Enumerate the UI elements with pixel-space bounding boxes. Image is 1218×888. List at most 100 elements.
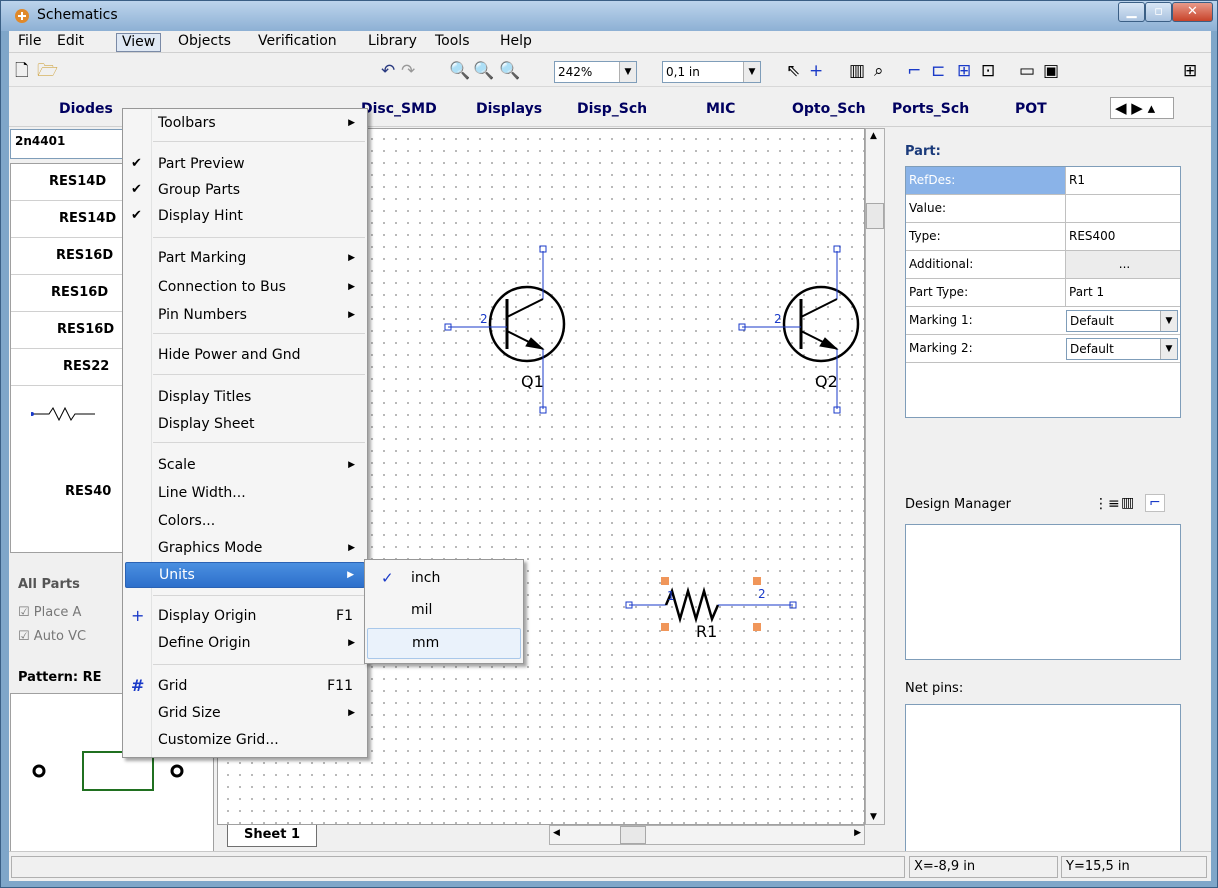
submenu-arrow-icon: ▶: [348, 638, 355, 648]
menu-item-display-origin[interactable]: + Display Origin F1: [125, 604, 365, 630]
library-tab-mic[interactable]: MIC: [706, 101, 735, 117]
scroll-down-arrow[interactable]: ▼: [870, 812, 877, 822]
scroll-left-arrow[interactable]: ◀: [553, 828, 560, 838]
prop-row-part-type[interactable]: Part Type: Part 1: [906, 279, 1180, 307]
component-icon[interactable]: ▥: [849, 61, 865, 81]
scroll-right-arrow[interactable]: ▶: [854, 828, 861, 838]
wire-icon[interactable]: ⌐: [907, 61, 921, 81]
library-tab-pot[interactable]: POT: [1015, 101, 1047, 117]
undo-icon[interactable]: ↶: [381, 61, 395, 81]
net-pins-list[interactable]: [905, 704, 1181, 860]
submenu-arrow-icon: ▶: [348, 118, 355, 128]
scroll-thumb[interactable]: [866, 203, 884, 229]
library-tab-diodes[interactable]: Diodes: [59, 101, 113, 117]
additional-button[interactable]: ...: [1065, 251, 1180, 278]
zoom-combo[interactable]: 242% ▼: [554, 61, 637, 83]
tree-icon[interactable]: ⋮≡: [1094, 496, 1120, 512]
sheet-tab[interactable]: Sheet 1: [227, 825, 317, 847]
menu-item-part-preview[interactable]: ✔ Part Preview: [125, 152, 365, 178]
prop-row-value[interactable]: Value:: [906, 195, 1180, 223]
canvas-vertical-scrollbar[interactable]: ▲ ▼: [865, 128, 885, 825]
menu-file[interactable]: File: [13, 33, 46, 52]
prop-row-type[interactable]: Type: RES400: [906, 223, 1180, 251]
new-file-icon[interactable]: 🗋: [15, 61, 29, 81]
menu-item-toolbars[interactable]: Toolbars ▶: [125, 111, 365, 137]
menu-item-graphics-mode[interactable]: Graphics Mode ▶: [125, 536, 365, 562]
menu-item-hide-power-gnd[interactable]: Hide Power and Gnd: [125, 343, 365, 369]
units-item-mm[interactable]: mm: [367, 628, 521, 659]
maximize-button[interactable]: ▫: [1145, 2, 1172, 22]
net-icon[interactable]: ⊞: [957, 61, 971, 81]
grid-step-combo[interactable]: 0,1 in ▼: [662, 61, 761, 83]
library-scroll-buttons[interactable]: ◀ ▶ ▴: [1110, 97, 1174, 119]
ic-icon[interactable]: ▭: [1019, 61, 1035, 81]
zoom-in-icon[interactable]: 🔍: [449, 61, 470, 81]
status-cell-empty: [11, 856, 905, 878]
place-auto-checkbox[interactable]: ☑ Place A: [18, 605, 81, 620]
zoom-fit-icon[interactable]: 🔍: [499, 61, 520, 81]
menu-verification[interactable]: Verification: [253, 33, 342, 52]
scroll-thumb[interactable]: [620, 826, 646, 844]
main-toolbar: 🗋 🗁 ↶ ↷ 🔍 🔍 🔍 242% ▼ 0,1 in ▼ ⇖ + ▥ ⌕ ⌐ …: [9, 55, 1211, 87]
menu-item-group-parts[interactable]: ✔ Group Parts: [125, 178, 365, 204]
component-icon[interactable]: ▥: [1121, 495, 1134, 511]
pointer-icon[interactable]: ⇖: [786, 61, 800, 81]
menu-tools[interactable]: Tools: [430, 33, 475, 52]
ports-icon[interactable]: ⊡: [981, 61, 995, 81]
library-tab-disc-smd[interactable]: Disc_SMD: [361, 101, 437, 117]
units-item-inch[interactable]: ✓ inch: [367, 564, 521, 595]
prop-row-additional[interactable]: Additional:...: [906, 251, 1180, 279]
menu-item-units[interactable]: Units ▶: [125, 562, 365, 588]
open-folder-icon[interactable]: 🗁: [37, 61, 58, 81]
close-button[interactable]: ✕: [1172, 2, 1213, 22]
menu-item-line-width[interactable]: Line Width...: [125, 481, 365, 507]
marking-1-select[interactable]: Default ▼: [1066, 310, 1178, 332]
menu-item-part-marking[interactable]: Part Marking ▶: [125, 246, 365, 272]
library-tab-ports-sch[interactable]: Ports_Sch: [892, 101, 969, 117]
q1-label: Q1: [521, 372, 544, 391]
prop-row-refdes[interactable]: RefDes: R1: [906, 167, 1180, 195]
menu-item-grid[interactable]: # Grid F11: [125, 674, 365, 700]
marking-2-select[interactable]: Default ▼: [1066, 338, 1178, 360]
crosshair-icon[interactable]: +: [809, 61, 823, 81]
menu-item-scale[interactable]: Scale ▶: [125, 453, 365, 479]
design-manager-tree[interactable]: [905, 524, 1181, 660]
table-icon[interactable]: ⊞: [1183, 61, 1197, 81]
place-auto-label: Place A: [33, 605, 82, 620]
menu-library[interactable]: Library: [363, 33, 422, 52]
units-item-mil[interactable]: mil: [367, 596, 521, 627]
zoom-value: 242%: [558, 65, 593, 79]
net-icon[interactable]: ⌐: [1145, 494, 1165, 512]
auto-vc-checkbox[interactable]: ☑ Auto VC: [18, 629, 86, 644]
menu-item-display-sheet[interactable]: Display Sheet: [125, 412, 365, 438]
menu-bar: File Edit View Objects Verification Libr…: [9, 31, 1211, 53]
menu-item-colors[interactable]: Colors...: [125, 509, 365, 535]
menu-item-connection-to-bus[interactable]: Connection to Bus ▶: [125, 275, 365, 301]
chip-icon[interactable]: ▣: [1043, 61, 1059, 81]
minimize-button[interactable]: ▁: [1118, 2, 1145, 22]
menu-help[interactable]: Help: [495, 33, 537, 52]
prop-row-marking-1[interactable]: Marking 1: Default ▼: [906, 307, 1180, 335]
bus-icon[interactable]: ⊏: [931, 61, 945, 81]
menu-item-grid-size[interactable]: Grid Size ▶: [125, 701, 365, 727]
preview-part-label: RES40: [65, 484, 112, 499]
library-tab-opto-sch[interactable]: Opto_Sch: [792, 101, 866, 117]
menu-item-display-hint[interactable]: ✔ Display Hint: [125, 204, 365, 230]
library-tab-displays[interactable]: Displays: [476, 101, 542, 117]
menu-objects[interactable]: Objects: [173, 33, 236, 52]
menu-item-display-titles[interactable]: Display Titles: [125, 385, 365, 411]
zoom-out-icon[interactable]: 🔍: [473, 61, 494, 81]
menu-item-define-origin[interactable]: Define Origin ▶: [125, 631, 365, 657]
part-filter[interactable]: All Parts: [18, 577, 80, 592]
prop-row-marking-2[interactable]: Marking 2: Default ▼: [906, 335, 1180, 363]
net-pins-label: Net pins:: [905, 681, 964, 696]
find-icon[interactable]: ⌕: [874, 61, 884, 81]
canvas-horizontal-scrollbar[interactable]: ◀ ▶: [549, 825, 865, 845]
library-tab-disp-sch[interactable]: Disp_Sch: [577, 101, 647, 117]
redo-icon[interactable]: ↷: [401, 61, 415, 81]
menu-item-pin-numbers[interactable]: Pin Numbers ▶: [125, 303, 365, 329]
scroll-up-arrow[interactable]: ▲: [870, 131, 877, 141]
menu-item-customize-grid[interactable]: Customize Grid...: [125, 728, 365, 754]
menu-edit[interactable]: Edit: [52, 33, 89, 52]
menu-view[interactable]: View: [116, 33, 162, 52]
